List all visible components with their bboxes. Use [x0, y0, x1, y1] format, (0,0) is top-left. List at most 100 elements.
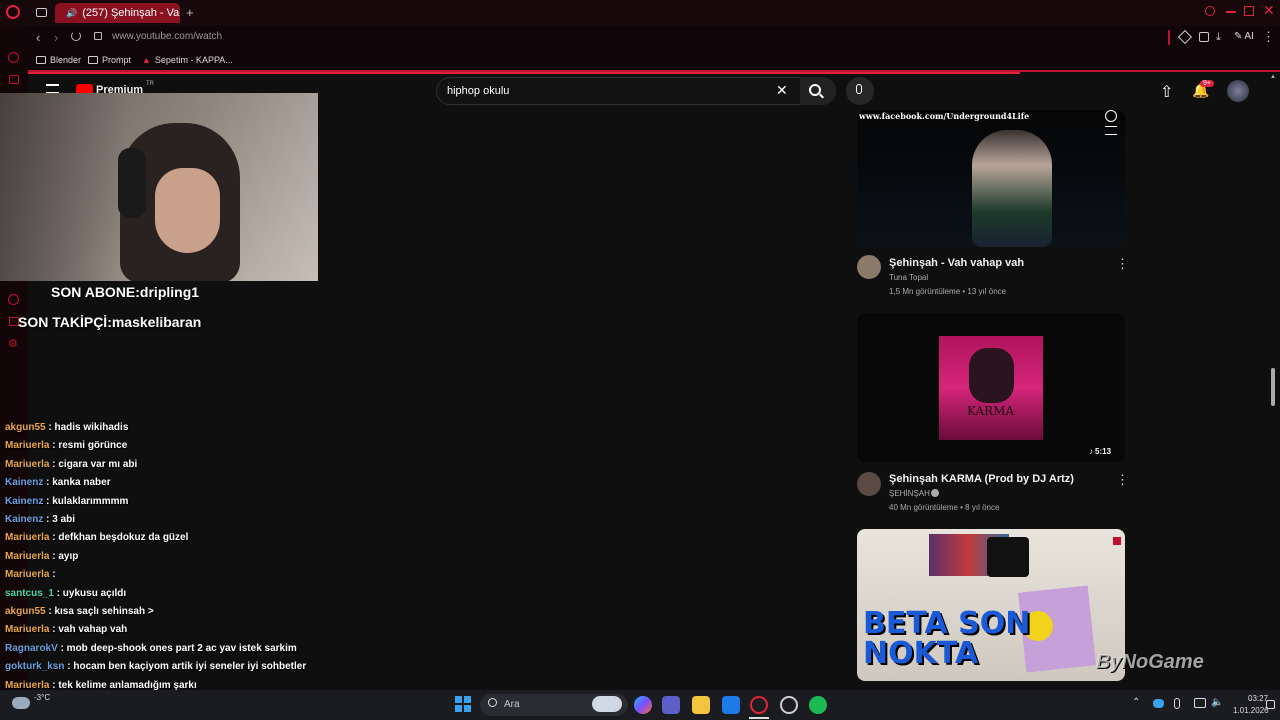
chat-text: : kulaklarımmmm [43, 495, 129, 507]
chat-text: : mob deep-shook ones part 2 ac yav iste… [57, 642, 297, 654]
lock-icon [94, 32, 102, 40]
chat-overlay: akgun55 : hadis wikihadis Mariuerla : res… [0, 422, 330, 709]
browser-menu-icon[interactable]: ⋮ [1262, 29, 1275, 45]
sidebar-clock-icon[interactable] [8, 294, 19, 305]
chat-message: Mariuerla : resmi görünce [5, 440, 127, 451]
reload-icon[interactable] [71, 31, 81, 41]
onedrive-icon[interactable] [1153, 699, 1164, 708]
chat-text: : [49, 569, 56, 581]
channel-avatar[interactable] [857, 472, 881, 496]
show-hidden-icons-icon[interactable]: ⌃ [1132, 697, 1140, 708]
chat-message: akgun55 : hadis wikihadis [5, 422, 128, 433]
tab-menu-icon[interactable] [36, 8, 47, 17]
channel-avatar[interactable] [857, 255, 881, 279]
forward-button[interactable]: › [54, 30, 58, 45]
karma-cover: KARMA [939, 336, 1043, 440]
weather-icon[interactable] [12, 697, 30, 709]
chat-username: santcus_1 [5, 587, 54, 599]
page-scrollbar-thumb[interactable] [1271, 368, 1275, 406]
windows-logo-pane [455, 696, 462, 703]
search-highlight-icon [592, 696, 622, 712]
sidebar-bag-icon[interactable] [9, 75, 19, 84]
copilot-icon[interactable] [634, 696, 652, 714]
chat-username: Mariuerla [5, 624, 50, 636]
add-to-queue-icon[interactable] [1105, 126, 1117, 135]
maximize-icon[interactable] [1244, 6, 1254, 16]
chat-username: Kainenz [5, 495, 44, 507]
snapshot-icon[interactable] [1199, 32, 1209, 42]
bookmark-label: Blender [50, 55, 82, 65]
video-options-icon[interactable]: ⋮ [1116, 472, 1129, 488]
sidebar-history-icon[interactable] [8, 52, 19, 63]
chat-text: : vah vahap vah [49, 624, 128, 636]
chat-message: Kainenz : kanka naber [5, 477, 111, 488]
video-thumbnail[interactable]: KARMA ♪ 5:13 [857, 313, 1125, 462]
bookmark-prompt[interactable]: Prompt [88, 55, 131, 65]
video-thumbnail[interactable]: www.facebook.com/Underground4Life [857, 110, 1125, 247]
video-title[interactable]: Şehinşah - Vah vahap vah [889, 257, 1024, 269]
opera-taskbar-icon[interactable] [750, 696, 768, 714]
kappa-icon: ▲ [142, 55, 151, 65]
mic-tray-icon[interactable] [1174, 698, 1180, 709]
url-field[interactable]: www.youtube.com/watch [112, 31, 222, 42]
last-subscriber-label: SON ABONE:dripling1 [51, 284, 200, 300]
search-tabs-icon[interactable] [1205, 6, 1215, 16]
network-icon[interactable] [1194, 698, 1206, 708]
upload-icon[interactable]: ⇧ [1160, 82, 1173, 102]
watch-later-icon[interactable] [1105, 110, 1117, 122]
search-input[interactable]: hiphop okulu [447, 85, 509, 97]
spotify-icon[interactable] [809, 696, 827, 714]
todo-icon[interactable] [722, 696, 740, 714]
thumbnail-title: BETA SON NOKTA [863, 606, 1031, 671]
close-window-icon[interactable]: ✕ [1263, 2, 1275, 19]
teams-icon[interactable] [662, 696, 680, 714]
cover-title: KARMA [967, 404, 1015, 418]
microphone-icon [856, 84, 862, 94]
clear-search-icon[interactable]: ✕ [776, 82, 788, 99]
chat-message: Mariuerla : [5, 569, 56, 580]
minimize-icon[interactable] [1226, 11, 1236, 13]
chat-message: santcus_1 : uykusu açıldı [5, 588, 126, 599]
video-meta: 40 Mn görüntüleme • 8 yıl önce [889, 503, 1000, 512]
new-tab-button[interactable]: + [186, 5, 194, 20]
download-icon[interactable]: ⤓ [1216, 31, 1221, 44]
opera-logo-icon[interactable] [6, 5, 20, 19]
channel-name[interactable]: Tuna Topal [889, 273, 928, 282]
video-title[interactable]: Şehinşah KARMA (Prod by DJ Artz) [889, 473, 1074, 485]
windows-logo-pane [464, 696, 471, 703]
volume-icon[interactable]: 🔈 [1211, 697, 1223, 708]
video-thumbnail[interactable]: BETA SON NOKTA [857, 529, 1125, 681]
bookmark-blender[interactable]: Blender [36, 55, 81, 65]
chat-text: : kanka naber [43, 477, 111, 489]
video-options-icon[interactable]: ⋮ [1116, 256, 1129, 272]
weather-temp: -3°C [34, 693, 51, 702]
chat-message: akgun55 : kısa saçlı sehinsah > [5, 606, 154, 617]
sidebar-settings-icon[interactable]: ⚙ [8, 337, 18, 350]
chat-text: : defkhan beşdokuz da güzel [49, 532, 189, 544]
chat-username: Mariuerla [5, 679, 50, 691]
chat-username: RagnarokV [5, 642, 58, 654]
chat-username: akgun55 [5, 606, 46, 617]
scroll-up-arrow[interactable]: ▲ [1270, 74, 1276, 80]
chat-text: : hadis wikihadis [45, 422, 129, 433]
thumbnail-caption: www.facebook.com/Underground4Life [859, 111, 1030, 121]
notification-center-icon[interactable] [1266, 700, 1275, 709]
user-avatar[interactable] [1227, 80, 1249, 102]
bookmark-sepetim[interactable]: ▲ Sepetim - KAPPA... [142, 55, 233, 65]
chat-text: : hocam ben kaçiyom artik iyi seneler iy… [64, 661, 307, 673]
chat-text: : 3 abi [43, 514, 76, 525]
ai-button[interactable]: ✎ AI [1234, 31, 1254, 42]
file-explorer-icon[interactable] [692, 696, 710, 714]
chat-username: Mariuerla [5, 569, 50, 581]
chat-message: gokturk_ksn : hocam ben kaçiyom artik iy… [5, 661, 306, 672]
streamer-watermark: ByNoGame [1096, 651, 1204, 673]
channel-name[interactable]: ŞEHİNŞAH [889, 489, 930, 498]
folder-icon [88, 56, 98, 64]
tab-active[interactable]: 🔊 (257) Şehinşah - Vah v [55, 3, 180, 23]
start-button[interactable] [455, 696, 471, 712]
clock-date[interactable]: 1.01.2026 [1233, 706, 1269, 715]
chat-message: Mariuerla : vah vahap vah [5, 624, 127, 635]
back-button[interactable]: ‹ [36, 30, 40, 45]
opera-gx-icon[interactable] [780, 696, 798, 714]
windows-logo-pane [455, 705, 462, 712]
